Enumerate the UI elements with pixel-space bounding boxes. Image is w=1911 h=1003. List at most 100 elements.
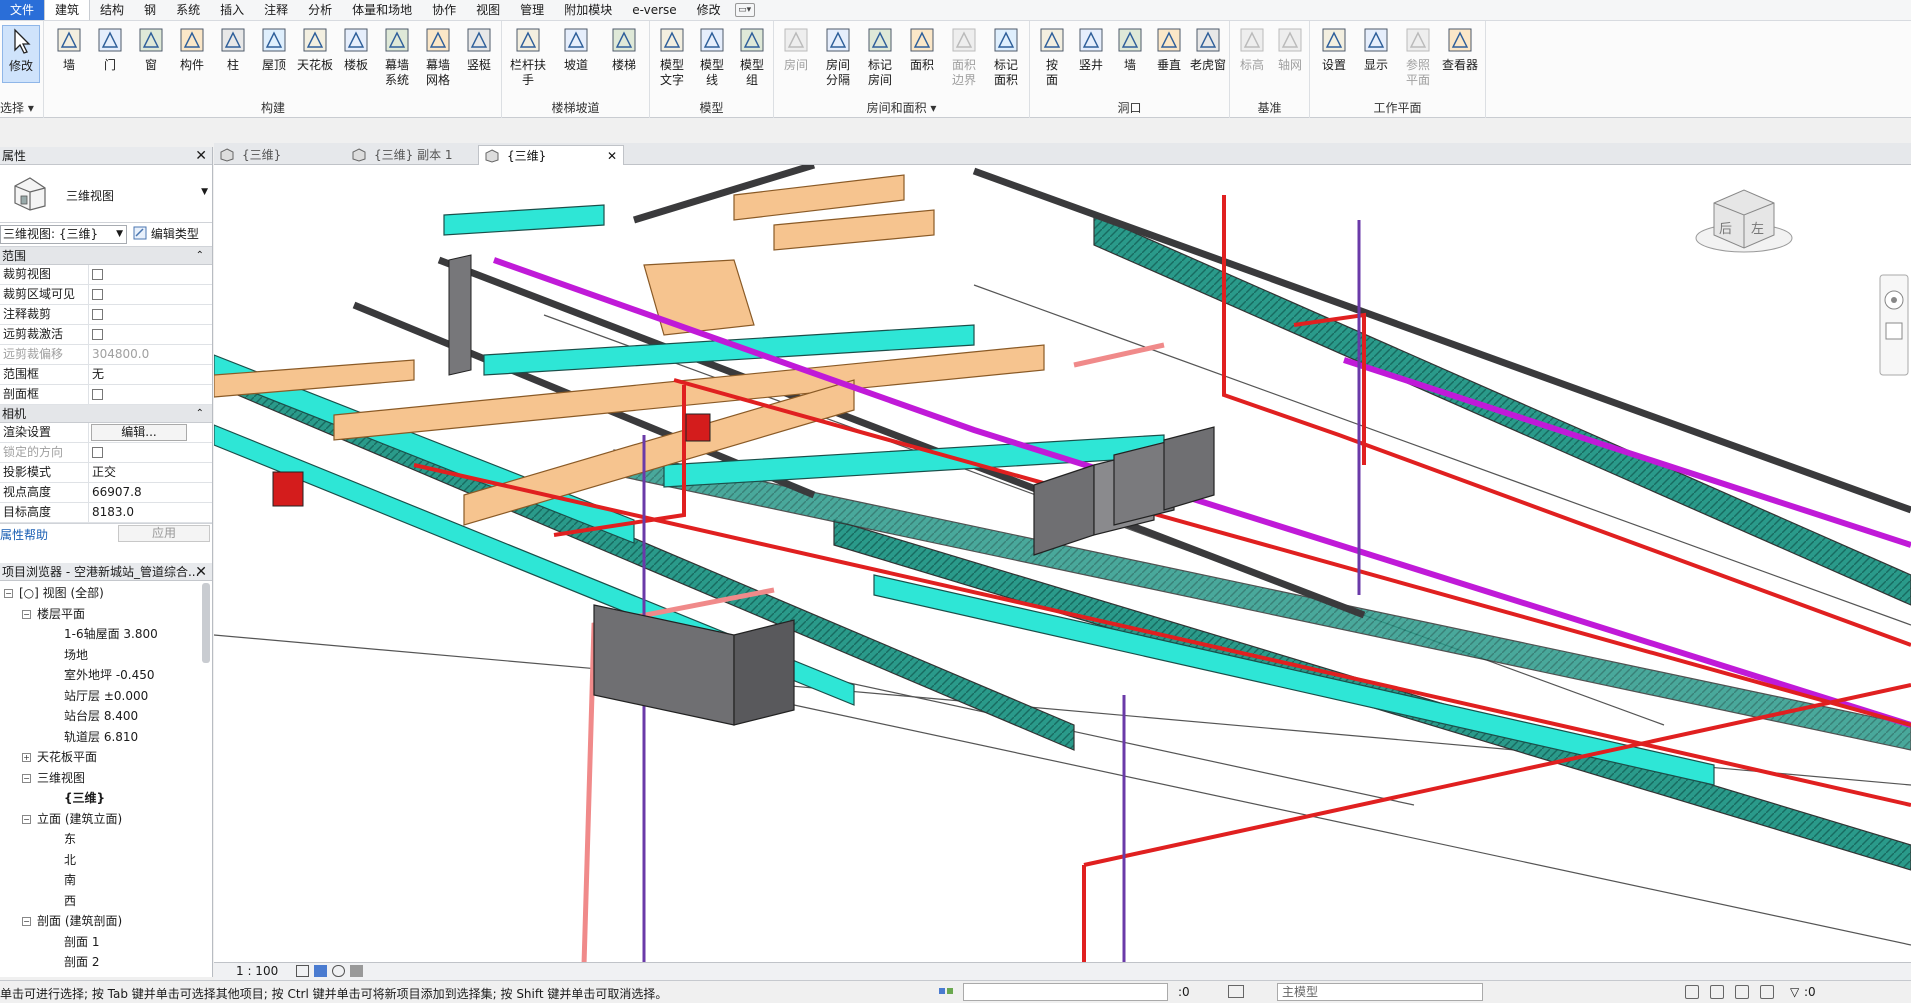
menu-tab-11[interactable]: 管理 xyxy=(510,0,554,20)
ribbon-button-build-8[interactable]: 幕墙 系统 xyxy=(377,25,417,88)
ribbon-button-build-0[interactable]: 墙 xyxy=(49,25,89,73)
browser-node[interactable]: − 楼层平面 xyxy=(22,604,85,624)
ribbon-button-stairs-2[interactable]: 楼梯 xyxy=(604,25,644,73)
workset-combo[interactable] xyxy=(963,983,1168,1001)
link-select-icon[interactable] xyxy=(1685,985,1699,999)
menu-tab-9[interactable]: 协作 xyxy=(422,0,466,20)
ribbon-button-build-3[interactable]: 构件 xyxy=(172,25,212,73)
collapse-icon[interactable]: − xyxy=(22,917,31,926)
render-settings-edit-button[interactable]: 编辑... xyxy=(91,424,187,441)
close-icon[interactable]: ✕ xyxy=(195,563,207,581)
browser-node[interactable]: 北 xyxy=(64,850,76,870)
browser-node[interactable]: 室外地坪 -0.450 xyxy=(64,665,155,685)
property-value[interactable] xyxy=(89,385,212,404)
browser-scrollbar[interactable] xyxy=(202,583,210,663)
browser-node[interactable]: {三维} xyxy=(64,788,105,808)
pinned-select-icon[interactable] xyxy=(1735,985,1749,999)
ribbon-button-model-0[interactable]: 模型 文字 xyxy=(652,25,692,88)
ribbon-button-stairs-0[interactable]: 栏杆扶手 xyxy=(508,25,548,88)
menu-tab-1[interactable]: 建筑 xyxy=(44,0,91,20)
property-value[interactable] xyxy=(89,285,212,304)
ribbon-button-workplane-0[interactable]: 设置 xyxy=(1314,25,1354,73)
property-checkbox[interactable] xyxy=(92,269,103,280)
menu-tab-2[interactable]: 结构 xyxy=(90,0,134,20)
ribbon-button-room-5[interactable]: 标记 面积 xyxy=(986,25,1026,88)
menu-tab-7[interactable]: 分析 xyxy=(298,0,342,20)
viewcube[interactable] xyxy=(1695,189,1793,253)
room-group-title[interactable]: 房间和面积 ▾ xyxy=(774,99,1029,116)
ribbon-button-datum-1[interactable]: 轴网 xyxy=(1270,25,1310,73)
property-value[interactable]: 8183.0 xyxy=(89,503,212,522)
ribbon-button-room-1[interactable]: 房间 分隔 xyxy=(818,25,858,88)
ribbon-button-build-10[interactable]: 竖梃 xyxy=(459,25,499,73)
browser-node[interactable]: − 三维视图 xyxy=(22,768,85,788)
browser-node[interactable]: 剖面 2 xyxy=(64,952,99,972)
ribbon-button-room-4[interactable]: 面积 边界 xyxy=(944,25,984,88)
close-icon[interactable]: ✕ xyxy=(195,147,207,165)
property-value[interactable]: 66907.8 xyxy=(89,483,212,502)
apply-button[interactable]: 应用 xyxy=(118,525,210,542)
property-value[interactable] xyxy=(89,325,212,344)
property-checkbox[interactable] xyxy=(92,329,103,340)
collapse-icon[interactable]: − xyxy=(22,814,31,824)
collapse-icon[interactable]: − xyxy=(22,609,31,619)
menu-tab-6[interactable]: 注释 xyxy=(254,0,298,20)
ribbon-button-room-3[interactable]: 面积 xyxy=(902,25,942,73)
browser-node[interactable]: 站台层 8.400 xyxy=(64,706,138,726)
ribbon-button-opening-1[interactable]: 竖井 xyxy=(1071,25,1111,73)
visual-style-icon[interactable] xyxy=(314,965,327,977)
menu-tab-0[interactable]: 文件 xyxy=(0,0,45,20)
ribbon-button-room-0[interactable]: 房间 xyxy=(776,25,816,73)
ribbon-button-build-7[interactable]: 楼板 xyxy=(336,25,376,73)
menu-tab-12[interactable]: 附加模块 xyxy=(554,0,622,20)
browser-node[interactable]: 1-6轴屋面 3.800 xyxy=(64,624,158,644)
sun-path-icon[interactable] xyxy=(332,965,345,977)
ribbon-button-build-6[interactable]: 天花板 xyxy=(295,25,335,73)
property-value[interactable] xyxy=(89,305,212,324)
view-tab[interactable]: {三维} ✕ xyxy=(478,145,624,165)
ribbon-button-build-9[interactable]: 幕墙 网格 xyxy=(418,25,458,88)
menu-tab-5[interactable]: 插入 xyxy=(210,0,254,20)
browser-node[interactable]: 南 xyxy=(64,870,76,890)
ribbon-button-model-2[interactable]: 模型 组 xyxy=(732,25,772,88)
scale-selector[interactable]: 1 : 100 xyxy=(236,964,278,978)
menu-tab-14[interactable]: 修改 xyxy=(687,0,731,20)
browser-node[interactable]: 西 xyxy=(64,891,76,911)
ribbon-button-opening-2[interactable]: 墙 xyxy=(1110,25,1150,73)
view-tab[interactable]: {三维} xyxy=(214,145,342,165)
ribbon-button-build-1[interactable]: 门 xyxy=(90,25,130,73)
property-value[interactable]: 编辑... xyxy=(89,423,212,442)
ribbon-button-workplane-3[interactable]: 查看器 xyxy=(1440,25,1480,73)
ribbon-button-model-1[interactable]: 模型 线 xyxy=(692,25,732,88)
expand-icon[interactable]: + xyxy=(22,753,31,762)
menu-tab-10[interactable]: 视图 xyxy=(466,0,510,20)
ribbon-button-stairs-1[interactable]: 坡道 xyxy=(556,25,596,73)
browser-node[interactable]: 东 xyxy=(64,829,76,849)
ribbon-button-workplane-1[interactable]: 显示 xyxy=(1356,25,1396,73)
browser-node[interactable]: 剖面 1 xyxy=(64,932,99,952)
ribbon-button-workplane-2[interactable]: 参照 平面 xyxy=(1398,25,1438,88)
browser-node[interactable]: − 立面 (建筑立面) xyxy=(22,809,122,829)
ribbon-button-room-2[interactable]: 标记 房间 xyxy=(860,25,900,88)
detail-level-icon[interactable] xyxy=(296,965,309,977)
ribbon-minimize-icon[interactable]: ▭▾ xyxy=(734,3,755,17)
collapse-icon[interactable]: − xyxy=(4,589,13,598)
3d-model-canvas[interactable]: 后 左 xyxy=(214,165,1911,962)
active-model-combo[interactable]: 主模型 xyxy=(1277,983,1483,1001)
menu-tab-3[interactable]: 钢 xyxy=(134,0,166,20)
browser-node[interactable]: 站厅层 ±0.000 xyxy=(64,686,148,706)
worksets-icon[interactable] xyxy=(938,985,954,999)
menu-tab-8[interactable]: 体量和场地 xyxy=(342,0,422,20)
menu-tab-4[interactable]: 系统 xyxy=(166,0,210,20)
ribbon-button-build-4[interactable]: 柱 xyxy=(213,25,253,73)
edit-type-button[interactable]: 编辑类型 xyxy=(133,225,199,244)
property-section-header[interactable]: 相机 ⌃ xyxy=(0,405,212,423)
property-checkbox[interactable] xyxy=(92,289,103,300)
browser-node[interactable]: − 剖面 (建筑剖面) xyxy=(22,911,122,931)
collapse-icon[interactable]: − xyxy=(22,773,31,783)
property-section-header[interactable]: 范围 ⌃ xyxy=(0,247,212,265)
property-checkbox[interactable] xyxy=(92,389,103,400)
type-selector[interactable]: 三维视图 ▼ xyxy=(0,165,212,223)
properties-help-link[interactable]: 属性帮助 xyxy=(0,526,48,543)
browser-node[interactable]: + 天花板平面 xyxy=(22,747,97,767)
